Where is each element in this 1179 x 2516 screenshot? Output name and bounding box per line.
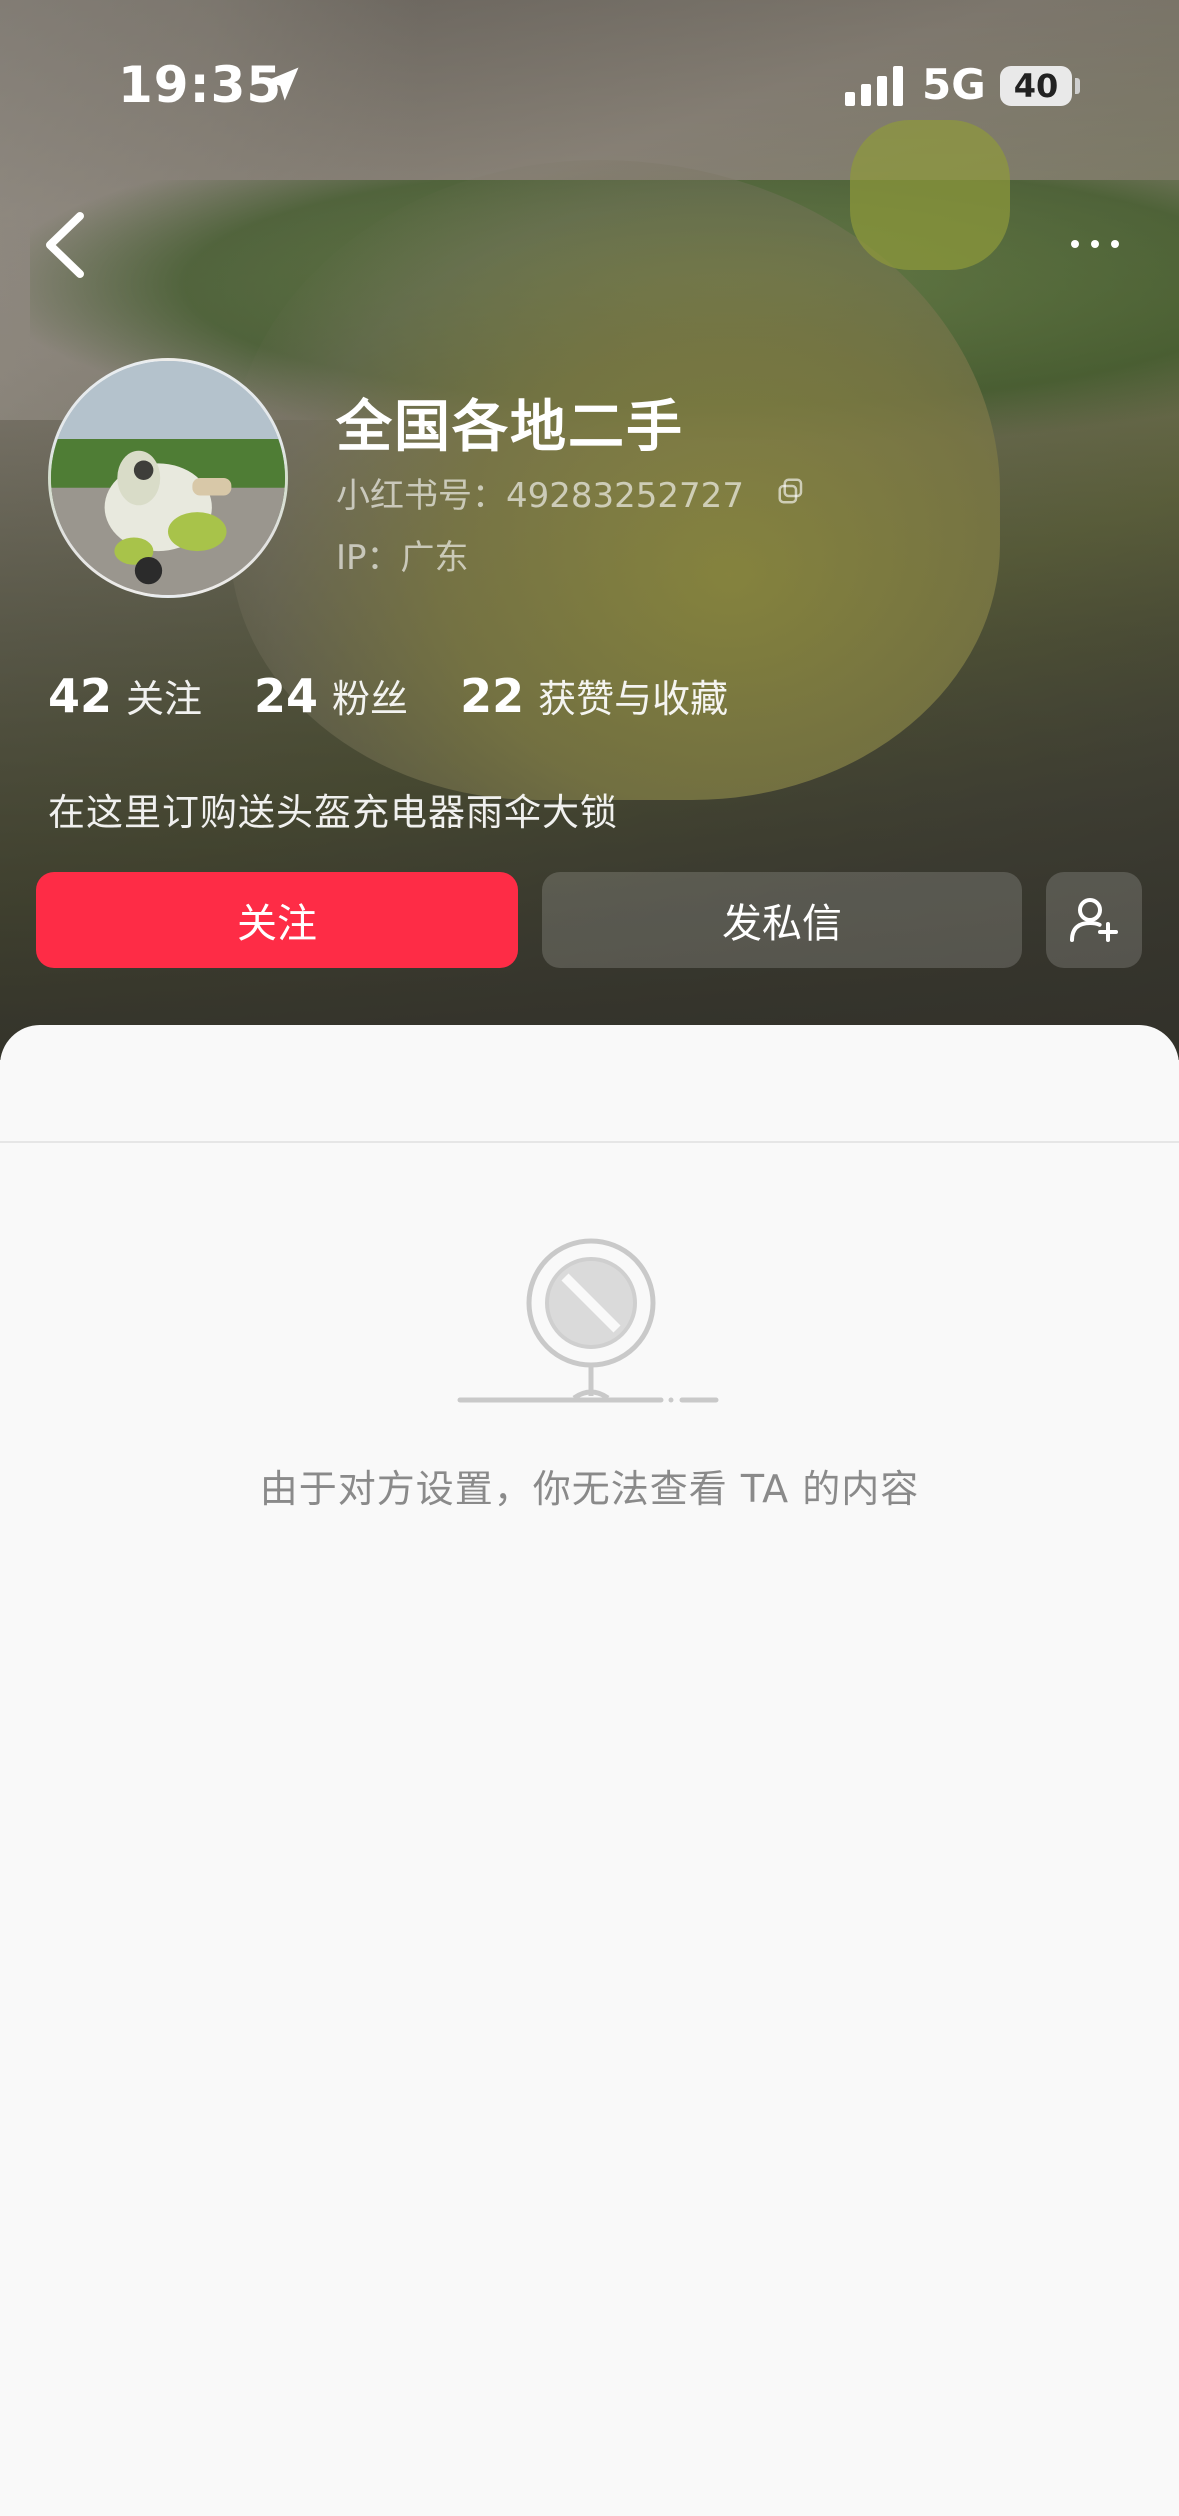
send-message-button[interactable]: 发私信: [542, 872, 1022, 968]
stat-number: 42: [48, 669, 113, 723]
add-user-button[interactable]: [1046, 872, 1142, 968]
add-user-icon: [1070, 898, 1118, 942]
stats-row: 42 关注 24 粉丝 22 获赞与收藏: [48, 668, 780, 728]
send-message-label: 发私信: [722, 901, 842, 947]
stat-label: 粉丝: [332, 677, 409, 721]
ip-value: 广东: [400, 538, 469, 578]
stat-following[interactable]: 42 关注: [48, 668, 202, 723]
stat-number: 22: [460, 669, 525, 723]
stat-label: 关注: [126, 677, 203, 721]
chevron-left-icon[interactable]: [40, 210, 90, 280]
stat-followers[interactable]: 24 粉丝: [254, 668, 408, 723]
user-id-line: 小红书号：49283252727: [336, 468, 744, 517]
blocked-sign-icon: [457, 1238, 719, 1403]
nickname: 全国各地二手: [336, 395, 684, 460]
user-id-value: 49283252727: [506, 476, 744, 516]
user-id-label: 小红书号：: [336, 476, 506, 516]
empty-state-message: 由于对方设置，你无法查看 TA 的内容: [259, 1467, 920, 1511]
status-time: 19:35: [118, 56, 283, 114]
battery-level: 40: [1013, 67, 1059, 105]
follow-button-label: 关注: [237, 901, 317, 947]
cellular-signal-icon: [845, 66, 903, 106]
battery-cap: [1075, 78, 1080, 94]
stat-label: 获赞与收藏: [538, 677, 729, 721]
ip-location: IP：广东: [336, 530, 469, 579]
profile-bio: 在这里订购送头盔充电器雨伞大锁: [48, 791, 618, 834]
stat-number: 24: [254, 669, 319, 723]
tab-divider: [0, 1141, 1179, 1143]
network-type: 5G: [922, 60, 986, 109]
ip-label: IP：: [336, 538, 401, 578]
battery-icon: 40: [1000, 66, 1072, 106]
status-bar: 19:35 5G 40: [0, 0, 1179, 150]
more-dots-icon[interactable]: [1060, 224, 1130, 264]
avatar[interactable]: [48, 358, 288, 598]
copy-icon[interactable]: [776, 476, 806, 506]
follow-button[interactable]: 关注: [36, 872, 518, 968]
avatar-scooter-image: [51, 361, 285, 595]
stat-likes-collects[interactable]: 22 获赞与收藏: [460, 668, 728, 723]
location-arrow-icon: [265, 67, 299, 101]
